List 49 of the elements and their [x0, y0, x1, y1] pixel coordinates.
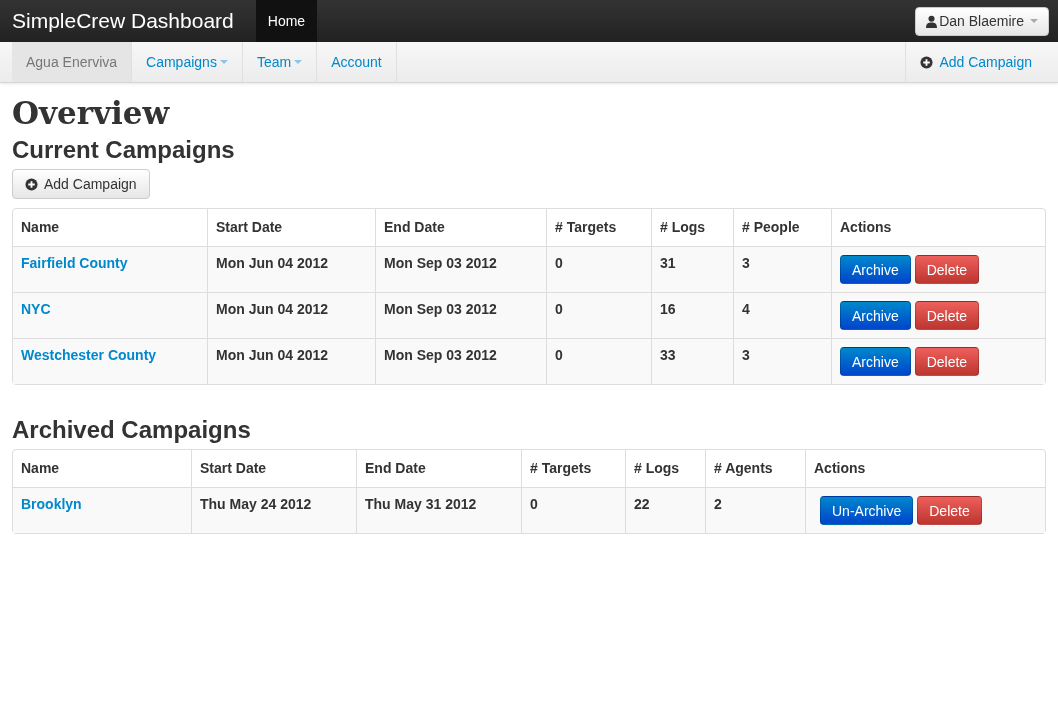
table-cell: Mon Jun 04 2012 — [216, 301, 329, 317]
table-cell: Mon Sep 03 2012 — [384, 301, 497, 317]
delete-button[interactable]: Delete — [917, 496, 982, 525]
nav-tab[interactable]: Account — [317, 42, 397, 82]
page-title: Overview — [12, 95, 171, 131]
section-title: Current Campaigns — [12, 135, 236, 165]
table-cell: 0 — [555, 347, 563, 363]
table-cell: 31 — [660, 255, 676, 271]
campaign-link[interactable]: Brooklyn — [21, 496, 82, 512]
table-cell: 2 — [714, 496, 722, 512]
nav-tab[interactable]: Team — [242, 42, 318, 82]
table-cell: 0 — [555, 255, 563, 271]
table-cell: Thu May 24 2012 — [200, 496, 312, 512]
campaign-link[interactable]: NYC — [21, 301, 51, 317]
table-cell: 3 — [742, 255, 750, 271]
nav-tab[interactable]: Agua Enerviva — [12, 42, 133, 82]
table-cell: 22 — [634, 496, 650, 512]
table-cell: 0 — [530, 496, 538, 512]
table-cell: 0 — [555, 301, 563, 317]
table-cell: Mon Sep 03 2012 — [384, 255, 497, 271]
archive-button[interactable]: Archive — [840, 255, 911, 284]
table-cell: 16 — [660, 301, 676, 317]
nav-link[interactable]: Home — [255, 0, 318, 42]
add-campaign-button[interactable]: Add Campaign — [12, 169, 150, 199]
user-icon — [926, 14, 938, 28]
table-cell: Mon Sep 03 2012 — [384, 347, 497, 363]
column-header: Name — [20, 459, 61, 478]
table-cell: 4 — [742, 301, 750, 317]
archive-button[interactable]: Archive — [840, 301, 911, 330]
table-cell: Mon Jun 04 2012 — [216, 347, 329, 363]
delete-button[interactable]: Delete — [914, 347, 980, 376]
caret-icon — [1030, 19, 1038, 23]
brand-title[interactable]: SimpleCrew Dashboard — [12, 9, 234, 33]
add-campaign-link[interactable]: Add Campaign — [905, 42, 1046, 82]
table-cell: Thu May 31 2012 — [365, 496, 477, 512]
user-menu-button[interactable]: Dan Blaemire — [915, 6, 1049, 36]
archive-button[interactable]: Archive — [840, 347, 911, 376]
nav-tab[interactable]: Campaigns — [132, 42, 243, 82]
plus-circle-icon — [920, 55, 934, 69]
delete-button[interactable]: Delete — [914, 255, 980, 284]
table-cell: 3 — [742, 347, 750, 363]
campaign-link[interactable]: Fairfield County — [21, 255, 128, 271]
table-cell: 33 — [660, 347, 676, 363]
table-cell: Mon Jun 04 2012 — [216, 255, 329, 271]
column-header: Name — [20, 218, 61, 237]
section-title: Archived Campaigns — [12, 415, 252, 445]
delete-button[interactable]: Delete — [914, 301, 980, 330]
plus-circle-icon — [25, 177, 38, 191]
archive-button[interactable]: Un-Archive — [820, 496, 914, 525]
